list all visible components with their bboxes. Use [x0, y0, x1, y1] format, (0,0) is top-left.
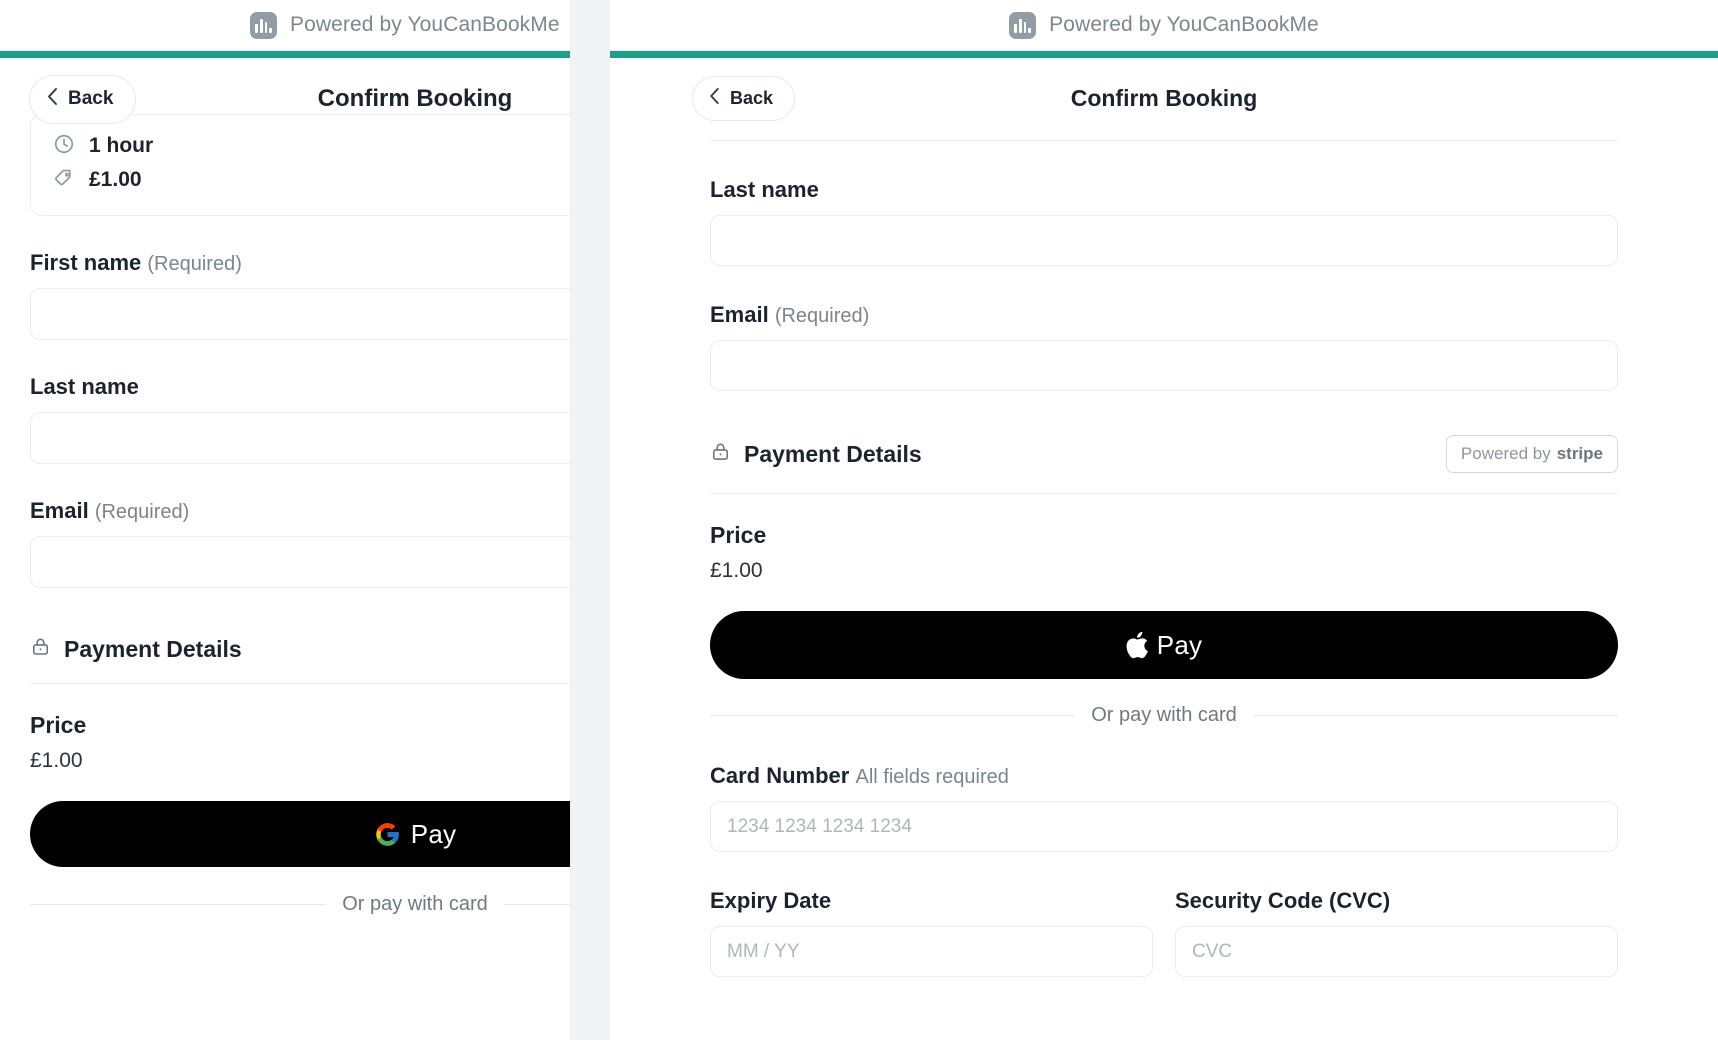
payment-details-heading: Payment Details [64, 636, 242, 662]
google-pay-button-label: Pay [410, 818, 457, 849]
stripe-badge-prefix: Powered by [1460, 444, 1551, 463]
accent-bar-left [0, 51, 570, 58]
price-value: £1.00 [710, 559, 763, 582]
divider-line-left [30, 904, 327, 905]
price-label: Price [30, 712, 87, 738]
field-label-text: Last name [30, 374, 139, 399]
top-nav-right: Back Confirm Booking [610, 58, 1718, 138]
divider-line-left [710, 715, 1076, 716]
back-button-label: Back [68, 88, 114, 109]
field-label-security-code: Security Code (CVC) [1175, 888, 1391, 913]
divider-line-right [503, 904, 570, 905]
left-panel-content: Powered by YouCanBookMe Back Confirm Boo… [0, 0, 570, 916]
powered-by-label: Powered by YouCanBookMe [290, 13, 560, 36]
or-pay-with-card-divider: Or pay with card [710, 704, 1619, 727]
last-name-input[interactable] [710, 215, 1618, 266]
stripe-badge-brand: stripe [1556, 444, 1603, 463]
field-label-expiry-date: Expiry Date [710, 888, 832, 913]
back-button[interactable]: Back [29, 74, 137, 124]
card-number-input[interactable] [710, 801, 1618, 852]
booking-panel-right: Powered by YouCanBookMe Back Confirm Boo… [610, 0, 1718, 1040]
security-code-input[interactable] [1175, 926, 1618, 977]
apple-pay-button-content: Pay [1126, 630, 1202, 661]
or-pay-with-card-label: Or pay with card [342, 893, 488, 915]
field-label-last-name: Last name [30, 374, 570, 400]
google-pay-icon [374, 821, 401, 848]
field-required-note: (Required) [147, 253, 242, 275]
back-button-label: Back [730, 87, 774, 108]
payment-details-header: Payment Details [30, 636, 570, 663]
field-required-note: (Required) [94, 501, 190, 523]
chevron-left-icon [708, 87, 721, 110]
last-name-input[interactable] [30, 412, 570, 464]
screen: Powered by YouCanBookMe Back Confirm Boo… [0, 0, 1718, 1040]
payment-details-title: Payment Details [30, 636, 242, 663]
back-button[interactable]: Back [692, 75, 796, 121]
security-code-group: Security Code (CVC) [1175, 852, 1618, 977]
youcanbookme-logo-icon [250, 11, 277, 39]
or-pay-with-card-divider: Or pay with card [30, 893, 570, 916]
payment-details-heading: Payment Details [744, 440, 922, 467]
field-label-card-number: Card Number All fields required [710, 763, 1618, 789]
youcanbookme-logo-icon [1009, 11, 1037, 39]
field-required-note: (Required) [774, 305, 870, 327]
top-nav-left: Back Confirm Booking [0, 58, 570, 140]
field-label-text: Card Number [710, 763, 850, 788]
left-panel-body: 1 hour £1.00 First name (Required) Last … [0, 114, 570, 916]
expiry-date-input[interactable] [710, 926, 1153, 977]
first-name-input[interactable] [30, 288, 570, 340]
summary-price-value: £1.00 [89, 168, 142, 191]
price-label: Price [710, 522, 767, 548]
expiry-date-group: Expiry Date [710, 852, 1153, 977]
payment-details-title: Payment Details [710, 441, 922, 468]
tag-icon [53, 167, 75, 194]
brand-bar-right: Powered by YouCanBookMe [610, 0, 1718, 51]
field-label-email: Email (Required) [30, 498, 570, 524]
powered-by-label: Powered by YouCanBookMe [1049, 13, 1319, 36]
field-label-first-name: First name (Required) [30, 250, 570, 276]
field-label-last-name: Last name [710, 177, 1618, 203]
payment-divider [30, 683, 570, 684]
apple-pay-icon [1126, 631, 1148, 659]
email-input[interactable] [710, 340, 1618, 391]
google-pay-button-content: Pay [374, 819, 456, 850]
summary-price-row: £1.00 [53, 163, 570, 197]
booking-panel-left: Powered by YouCanBookMe Back Confirm Boo… [0, 0, 570, 1040]
payment-divider [710, 493, 1618, 494]
header-divider [710, 140, 1618, 141]
field-label-text: Last name [710, 177, 819, 202]
or-pay-with-card-label: Or pay with card [1091, 704, 1237, 726]
chevron-left-icon [46, 87, 59, 112]
field-label-text: First name [30, 250, 142, 275]
field-label-text: Email [710, 302, 769, 327]
lock-icon [30, 636, 51, 663]
powered-by-stripe-badge: Powered by stripe [1445, 435, 1618, 473]
field-label-email: Email (Required) [710, 302, 1618, 328]
email-input[interactable] [30, 536, 570, 588]
google-pay-button[interactable]: Pay [30, 801, 570, 867]
lock-icon [710, 441, 731, 468]
field-label-text: Email [30, 498, 89, 523]
brand-bar-left: Powered by YouCanBookMe [0, 0, 570, 51]
divider-line-right [1252, 715, 1619, 716]
accent-bar-right [610, 51, 1718, 58]
apple-pay-button-label: Pay [1156, 629, 1203, 660]
payment-details-header: Payment Details Powered by stripe [710, 435, 1618, 473]
card-number-hint: All fields required [855, 766, 1009, 788]
price-value: £1.00 [30, 749, 83, 772]
card-expiry-cvc-row: Expiry Date Security Code (CVC) [710, 852, 1618, 977]
apple-pay-button[interactable]: Pay [710, 611, 1618, 679]
right-panel-body: Last name Email (Required) Payment Detai… [610, 140, 1718, 977]
